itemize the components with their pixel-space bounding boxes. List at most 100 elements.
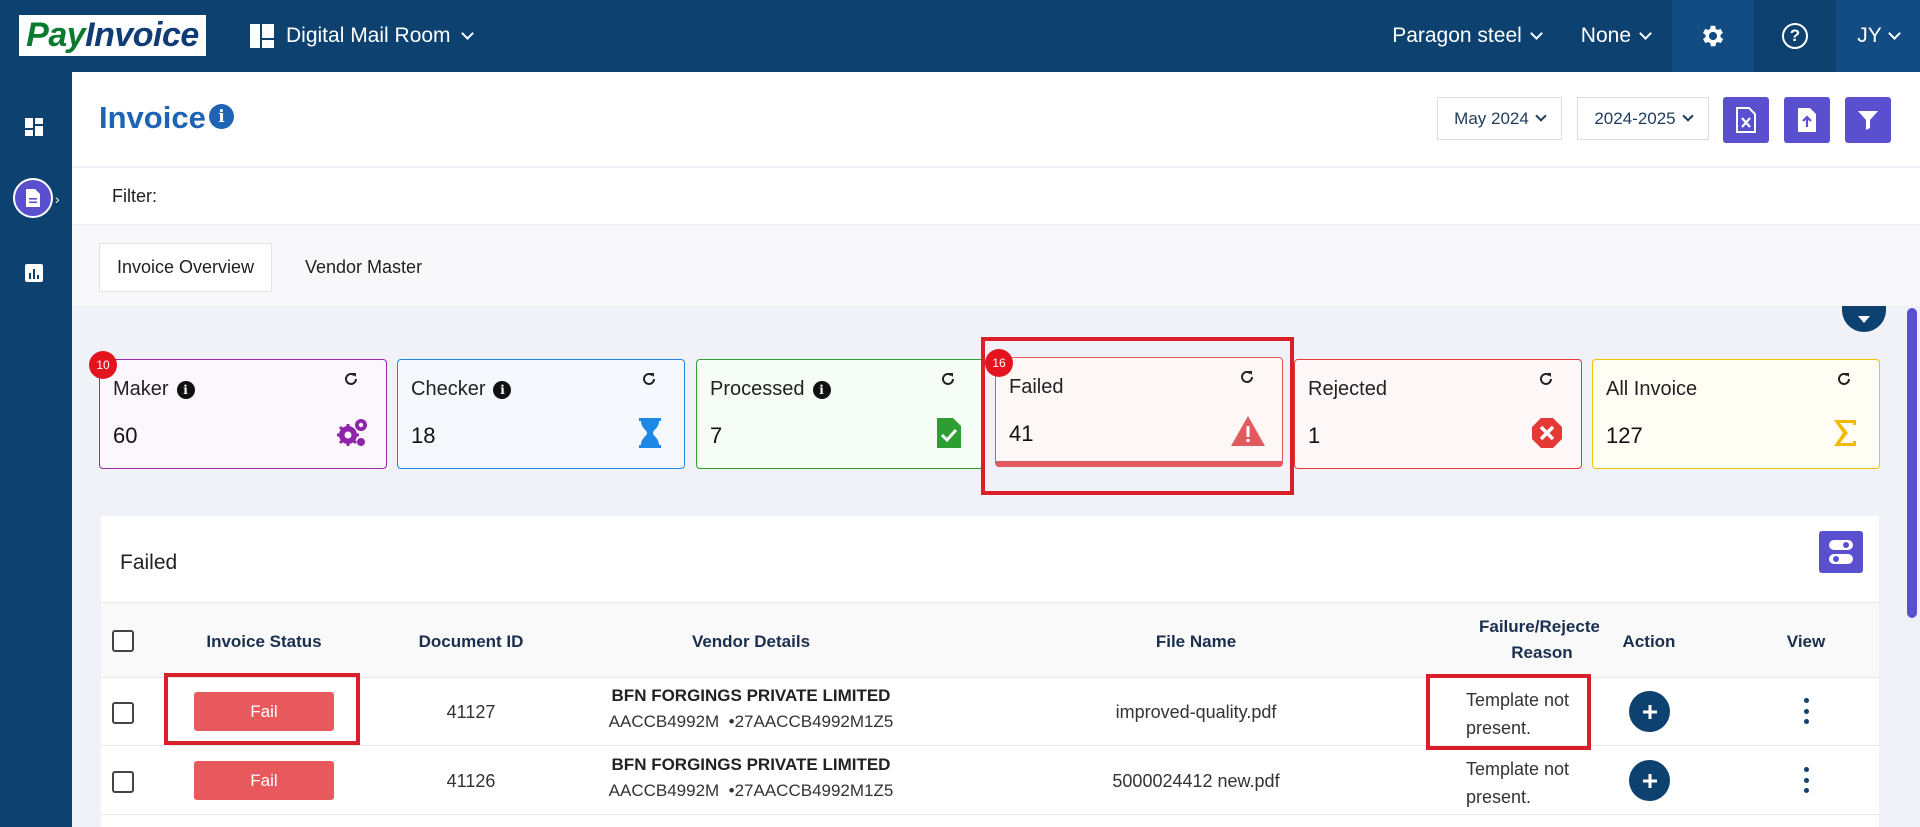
card-rejected[interactable]: Rejected 1: [1294, 359, 1582, 469]
card-count: 60: [113, 423, 138, 448]
refresh-icon[interactable]: [1835, 370, 1853, 388]
filter-label: Filter:: [112, 186, 157, 206]
bar-chart-icon: [25, 264, 43, 282]
column-header-reason[interactable]: Failure/Rejecte Reason: [1479, 617, 1599, 663]
collapse-button[interactable]: [1842, 306, 1886, 332]
dashboard-grid-icon: [250, 24, 274, 48]
caret-down-icon: [1858, 316, 1870, 323]
sidebar-item-reports[interactable]: [18, 257, 50, 289]
table-header: Invoice Status Document ID Vendor Detail…: [101, 602, 1879, 678]
column-header-file-name[interactable]: File Name: [1101, 632, 1291, 652]
card-processed[interactable]: Processed i 7: [696, 359, 984, 469]
add-action-button[interactable]: [1629, 691, 1670, 732]
export-excel-button[interactable]: [1723, 97, 1769, 143]
file-name[interactable]: 5000024412 new.pdf: [1096, 771, 1296, 792]
help-button[interactable]: ?: [1754, 0, 1836, 72]
tabs-bar: Invoice Overview Vendor Master: [72, 226, 1920, 306]
chevron-down-icon: [1681, 109, 1694, 122]
column-toggle-button[interactable]: [1819, 531, 1863, 573]
vendor-ids: AACCB4992M •27AACCB4992M1Z5: [608, 712, 894, 731]
file-check-icon: [931, 415, 967, 451]
tab-vendor-master[interactable]: Vendor Master: [288, 243, 439, 292]
chevron-down-icon: [1887, 26, 1901, 40]
info-icon[interactable]: i: [493, 380, 512, 399]
card-label: All Invoice: [1606, 378, 1698, 400]
column-header-view[interactable]: View: [1776, 632, 1836, 652]
scrollbar-thumb[interactable]: [1907, 308, 1917, 618]
info-icon[interactable]: i: [176, 380, 195, 399]
card-failed[interactable]: Failed 41: [995, 357, 1283, 467]
entity-dropdown[interactable]: None: [1561, 0, 1672, 72]
gear-icon: [1702, 25, 1724, 47]
vendor-name: BFN FORGINGS PRIVATE LIMITED: [611, 686, 891, 705]
app-switcher-dropdown[interactable]: Digital Mail Room: [250, 20, 474, 52]
filter-button[interactable]: [1845, 97, 1891, 143]
info-icon[interactable]: i: [812, 380, 831, 399]
sidebar-item-dashboard[interactable]: [18, 111, 50, 143]
upload-file-icon: [1798, 108, 1816, 132]
tab-invoice-overview[interactable]: Invoice Overview: [99, 243, 273, 292]
more-options-icon[interactable]: [1801, 767, 1811, 793]
more-options-icon[interactable]: [1801, 698, 1811, 724]
excel-icon: [1736, 107, 1756, 133]
panel-title: Failed: [120, 551, 178, 574]
failure-reason: Template not present.: [1466, 759, 1570, 807]
row-checkbox[interactable]: [112, 771, 134, 793]
column-header-action[interactable]: Action: [1609, 632, 1689, 652]
refresh-icon[interactable]: [1537, 370, 1555, 388]
card-label: Checker: [411, 378, 486, 400]
notification-badge: 16: [985, 349, 1013, 377]
select-all-checkbox[interactable]: [112, 630, 134, 652]
table-row[interactable]: Fail 41126 BFN FORGINGS PRIVATE LIMITED …: [101, 747, 1879, 815]
file-name[interactable]: improved-quality.pdf: [1096, 702, 1296, 723]
fail-status-button[interactable]: Fail: [194, 761, 334, 800]
column-header-document-id[interactable]: Document ID: [411, 632, 531, 652]
vendor-name: BFN FORGINGS PRIVATE LIMITED: [611, 755, 891, 774]
card-label: Maker: [113, 378, 169, 400]
failure-reason: Template not present.: [1466, 690, 1570, 738]
table-row[interactable]: Fail 41127 BFN FORGINGS PRIVATE LIMITED …: [101, 678, 1879, 746]
refresh-icon[interactable]: [1238, 368, 1256, 386]
month-select[interactable]: May 2024: [1437, 97, 1562, 140]
document-icon: [26, 189, 40, 207]
expand-arrow-icon[interactable]: ›: [55, 191, 60, 207]
chevron-down-icon: [1639, 26, 1652, 40]
failed-invoices-panel: Failed Invoice Status Document ID Vendor…: [101, 516, 1879, 827]
add-action-button[interactable]: [1629, 760, 1670, 801]
year-select[interactable]: 2024-2025: [1577, 97, 1709, 140]
upload-button[interactable]: [1784, 97, 1830, 143]
notification-badge: 10: [89, 351, 117, 379]
vendor-details: BFN FORGINGS PRIVATE LIMITED AACCB4992M …: [601, 686, 901, 732]
x-circle-icon: [1529, 415, 1565, 451]
sidebar: ›: [0, 72, 72, 827]
plus-icon: [1642, 704, 1657, 719]
toggle-icon: [1829, 540, 1853, 564]
refresh-icon[interactable]: [342, 370, 360, 388]
sigma-icon: [1827, 415, 1863, 451]
card-count: 127: [1606, 423, 1643, 448]
card-count: 18: [411, 423, 436, 448]
sidebar-item-invoice[interactable]: [13, 178, 53, 218]
plus-icon: [1642, 773, 1657, 788]
company-dropdown[interactable]: Paragon steel: [1372, 0, 1561, 72]
settings-button[interactable]: [1672, 0, 1754, 72]
info-icon[interactable]: i: [209, 104, 234, 129]
payinvoice-logo[interactable]: Pay Invoice: [19, 15, 206, 56]
column-header-status[interactable]: Invoice Status: [189, 632, 339, 652]
card-all-invoice[interactable]: All Invoice 127: [1592, 359, 1880, 469]
user-menu[interactable]: JY: [1836, 0, 1920, 72]
top-bar: Pay Invoice Digital Mail Room Paragon ste…: [0, 0, 1920, 72]
dashboard-icon: [25, 118, 43, 136]
refresh-icon[interactable]: [939, 370, 957, 388]
document-id: 41127: [446, 702, 496, 722]
refresh-icon[interactable]: [640, 370, 658, 388]
column-header-vendor[interactable]: Vendor Details: [651, 632, 851, 652]
card-count: 7: [710, 423, 723, 448]
user-initials: JY: [1857, 24, 1882, 47]
chevron-down-icon: [1535, 109, 1547, 122]
card-label: Processed: [710, 378, 805, 400]
fail-status-button[interactable]: Fail: [194, 692, 334, 731]
card-checker[interactable]: Checker i 18: [397, 359, 685, 469]
card-maker[interactable]: Maker i 60: [99, 359, 387, 469]
row-checkbox[interactable]: [112, 702, 134, 724]
